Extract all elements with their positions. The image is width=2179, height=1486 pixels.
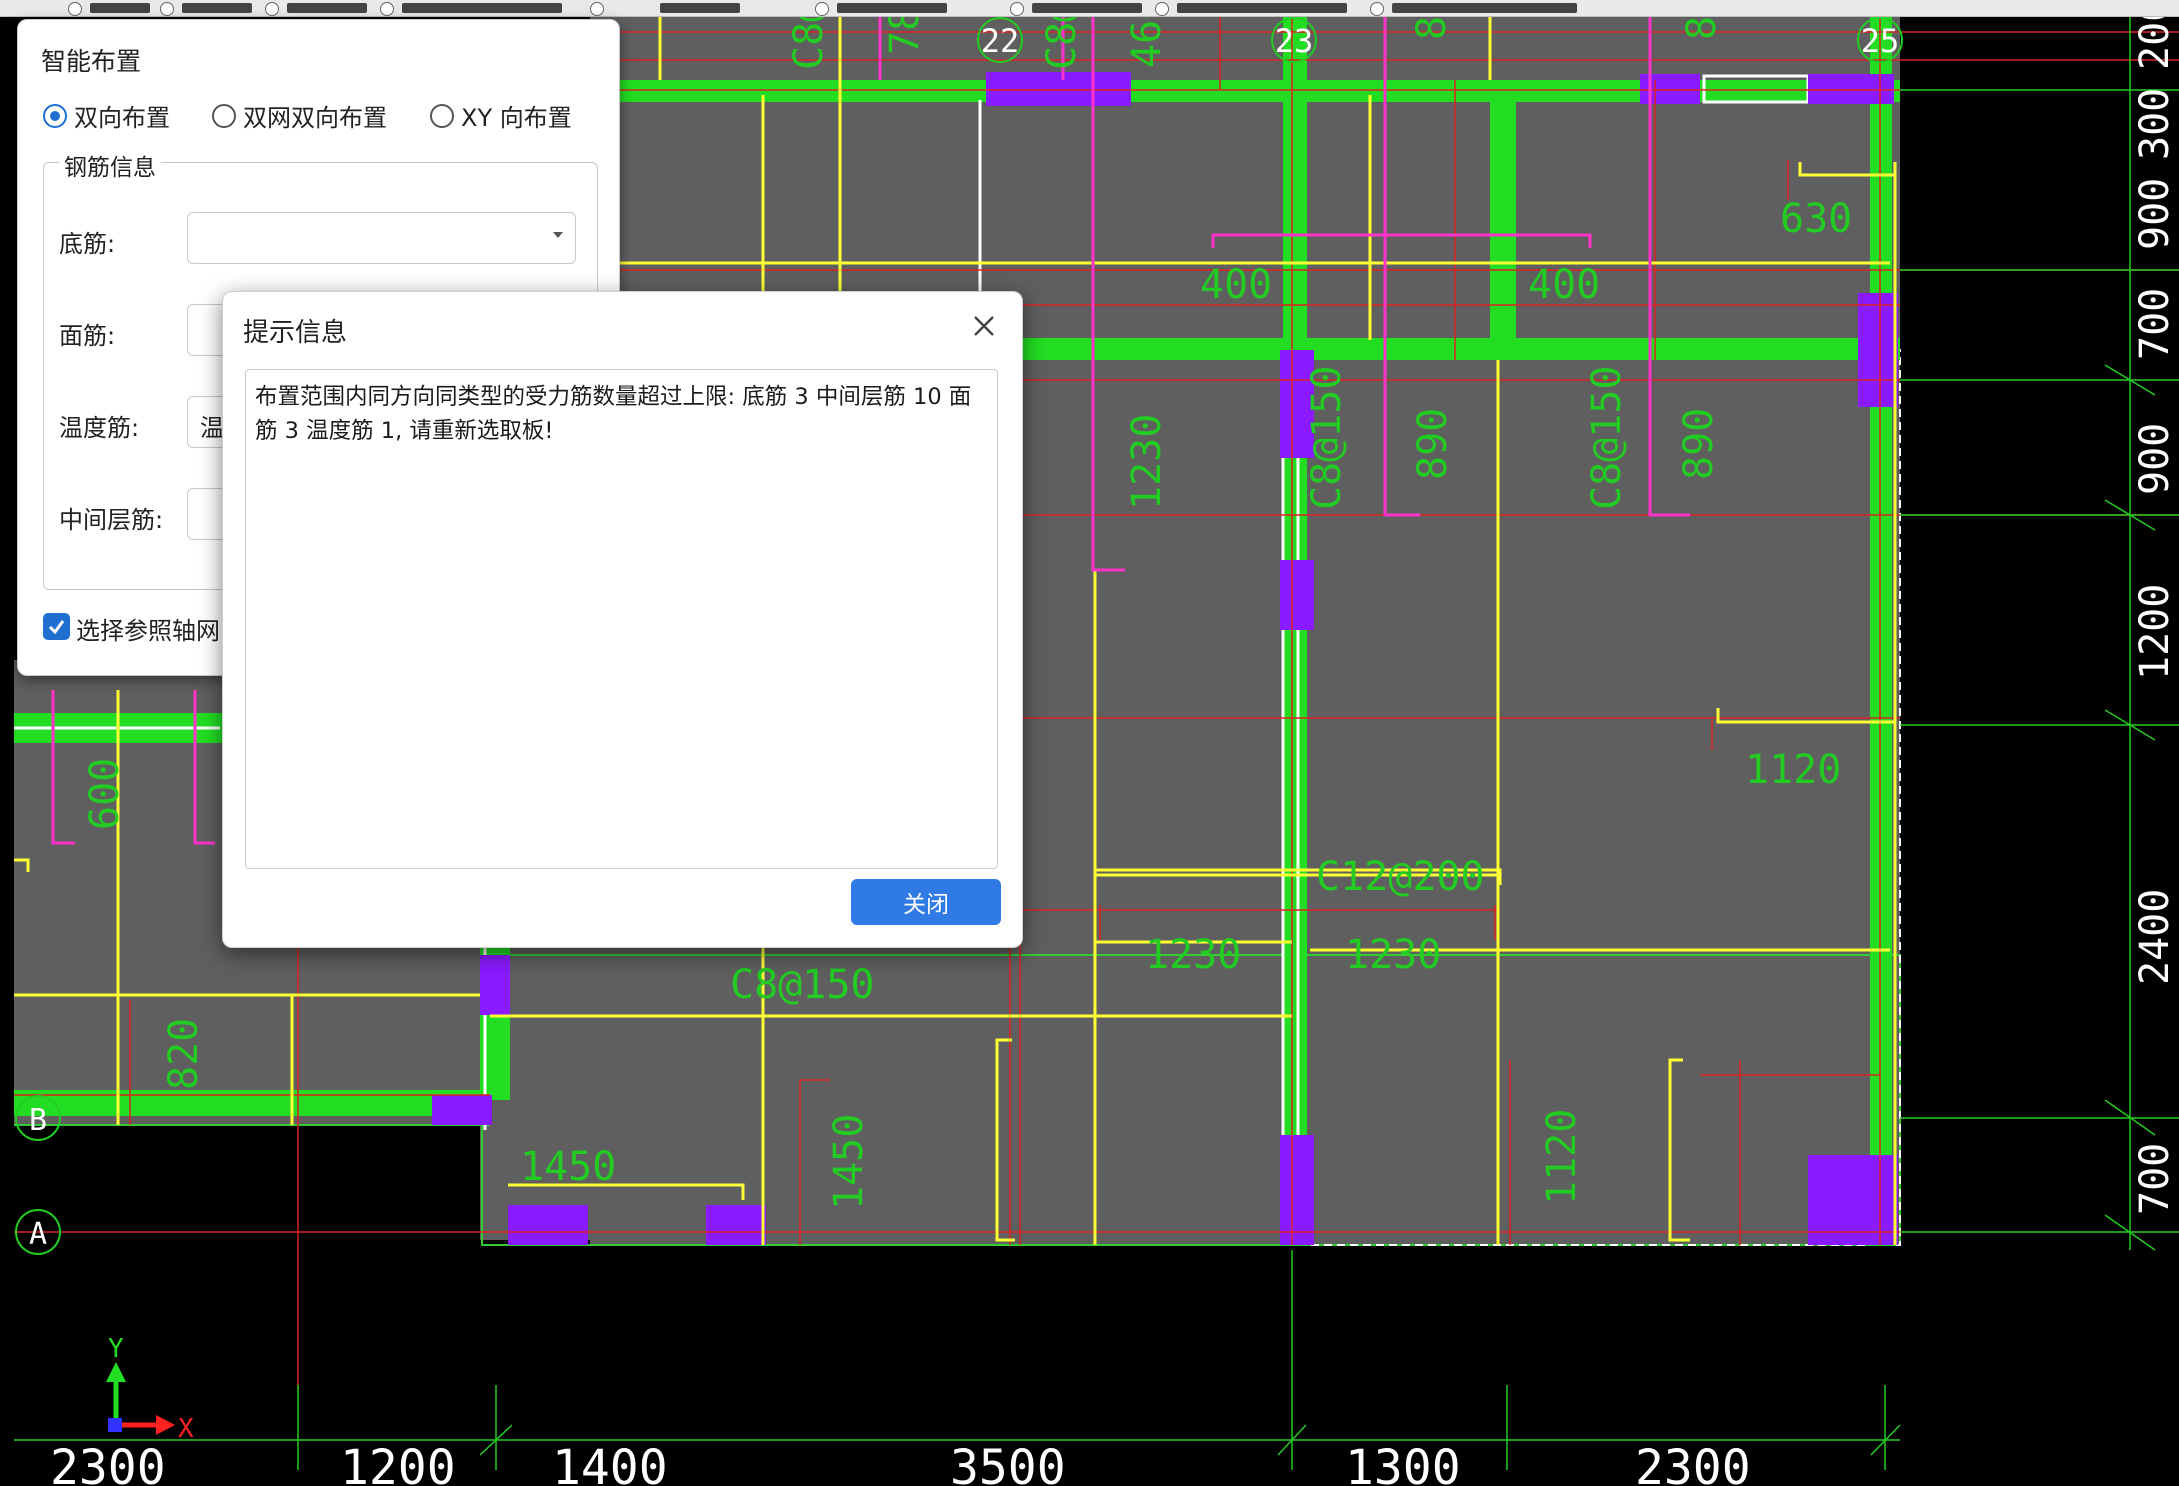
toolbar-item[interactable] — [402, 3, 562, 13]
dimension-text: 2300 — [1635, 1440, 1751, 1486]
bottom-rebar-select[interactable] — [187, 212, 576, 264]
middle-rebar-label: 中间层筋: — [59, 506, 164, 534]
radio-icon[interactable] — [1370, 2, 1384, 16]
dimension-text: 2300 — [50, 1440, 166, 1486]
dimension-text: 3500 — [950, 1440, 1066, 1486]
radio-icon[interactable] — [265, 2, 279, 16]
chevron-down-icon[interactable] — [553, 232, 563, 238]
rebar-label: 8 — [1679, 16, 1725, 40]
rebar-label: 890 — [1676, 408, 1722, 480]
rebar-label: 1120 — [1745, 747, 1841, 793]
radio-double-net[interactable]: 双网双向布置 — [212, 98, 387, 133]
dimension-text: 900 — [2132, 178, 2178, 250]
rebar-label: 1450 — [520, 1144, 616, 1190]
rebar-label: C8@150 — [1584, 366, 1630, 511]
toolbar-item[interactable] — [182, 3, 252, 13]
right-dimensions: 300 200 900 700 900 1200 2400 700 — [2132, 0, 2178, 1215]
ucs-y-label: Y — [108, 1334, 124, 1364]
rebar-label: 1230 — [1145, 932, 1241, 978]
axis-label-b: B — [29, 1103, 47, 1138]
toolbar-item[interactable] — [1177, 3, 1347, 13]
dimension-text: 1200 — [340, 1440, 456, 1486]
dimension-text: 900 — [2132, 423, 2178, 495]
rebar-label: 400 — [1528, 262, 1600, 308]
radio-label: 双向布置 — [74, 104, 170, 132]
rebar-label: 820 — [161, 1018, 207, 1090]
dialog-message: 布置范围内同方向同类型的受力筋数量超过上限: 底筋 3 中间层筋 10 面筋 3… — [245, 369, 998, 869]
dimension-text: 1200 — [2132, 584, 2178, 680]
rebar-label: 1230 — [1124, 414, 1170, 510]
rebar-label: C8@150 — [730, 962, 875, 1008]
group-title: 钢筋信息 — [59, 148, 161, 182]
dialog-title: 提示信息 — [243, 318, 348, 348]
toolbar-item[interactable] — [90, 3, 150, 13]
bottom-rebar-label: 底筋: — [59, 230, 116, 258]
radio-label: 双网双向布置 — [243, 104, 387, 132]
toolbar-item[interactable] — [660, 3, 740, 13]
bottom-dimensions: 2300 1200 1400 3500 1300 2300 — [50, 1440, 1751, 1486]
radio-icon[interactable] — [1010, 2, 1024, 16]
temperature-rebar-label: 温度筋: — [59, 414, 140, 442]
radio-icon[interactable] — [430, 103, 454, 128]
rebar-label: 1450 — [826, 1114, 872, 1210]
radio-icon[interactable] — [590, 2, 604, 16]
toolbar-item[interactable] — [1392, 3, 1577, 13]
top-rebar-label: 面筋: — [59, 322, 116, 350]
axis-label-25: 25 — [1861, 22, 1900, 60]
panel-title: 智能布置 — [41, 47, 142, 76]
reference-grid-checkbox[interactable] — [43, 613, 70, 640]
toolbar-item[interactable] — [837, 3, 947, 13]
radio-selected-icon[interactable] — [43, 103, 67, 128]
axis-label-23: 23 — [1275, 22, 1314, 60]
toolbar-item[interactable] — [287, 3, 367, 13]
rebar-label: C12@200 — [1316, 854, 1485, 900]
radio-xy[interactable]: XY 向布置 — [430, 98, 572, 133]
close-icon[interactable] — [964, 306, 1004, 346]
dimension-text: 700 — [2132, 1143, 2178, 1215]
toolbar-item[interactable] — [1032, 3, 1142, 13]
toolbar-strip — [0, 0, 2179, 17]
close-button[interactable]: 关闭 — [851, 879, 1001, 925]
radio-icon[interactable] — [380, 2, 394, 16]
rebar-label: 630 — [1780, 196, 1852, 242]
rebar-label: 890 — [1410, 408, 1456, 480]
rebar-label: 600 — [82, 758, 128, 830]
message-dialog: 提示信息 布置范围内同方向同类型的受力筋数量超过上限: 底筋 3 中间层筋 10… — [222, 291, 1023, 948]
checkmark-icon — [48, 620, 65, 635]
dimension-text: 2400 — [2132, 889, 2178, 985]
radio-two-way[interactable]: 双向布置 — [43, 98, 170, 133]
rebar-label: C8@150 — [1304, 366, 1350, 511]
checkbox-label: 选择参照轴网 — [76, 617, 220, 645]
rebar-label: 8 — [1409, 16, 1455, 40]
dimension-text: 1400 — [552, 1440, 668, 1486]
radio-icon[interactable] — [160, 2, 174, 16]
axis-label-22: 22 — [981, 22, 1020, 60]
rebar-label: 1120 — [1539, 1109, 1585, 1205]
axis-label-a: A — [29, 1217, 47, 1252]
dimension-text: 1300 — [1345, 1440, 1461, 1486]
radio-icon[interactable] — [815, 2, 829, 16]
radio-icon[interactable] — [68, 2, 82, 16]
radio-label: XY 向布置 — [461, 104, 572, 132]
rebar-label: 400 — [1200, 262, 1272, 308]
rebar-label: 1230 — [1345, 932, 1441, 978]
ucs-icon: Y X — [106, 1334, 194, 1444]
radio-icon[interactable] — [1155, 2, 1169, 16]
dimension-text: 700 — [2132, 288, 2178, 360]
combo-value: 温 — [200, 414, 224, 442]
radio-icon[interactable] — [212, 103, 236, 128]
dimension-text: 300 — [2132, 88, 2178, 160]
ucs-x-label: X — [178, 1414, 194, 1444]
